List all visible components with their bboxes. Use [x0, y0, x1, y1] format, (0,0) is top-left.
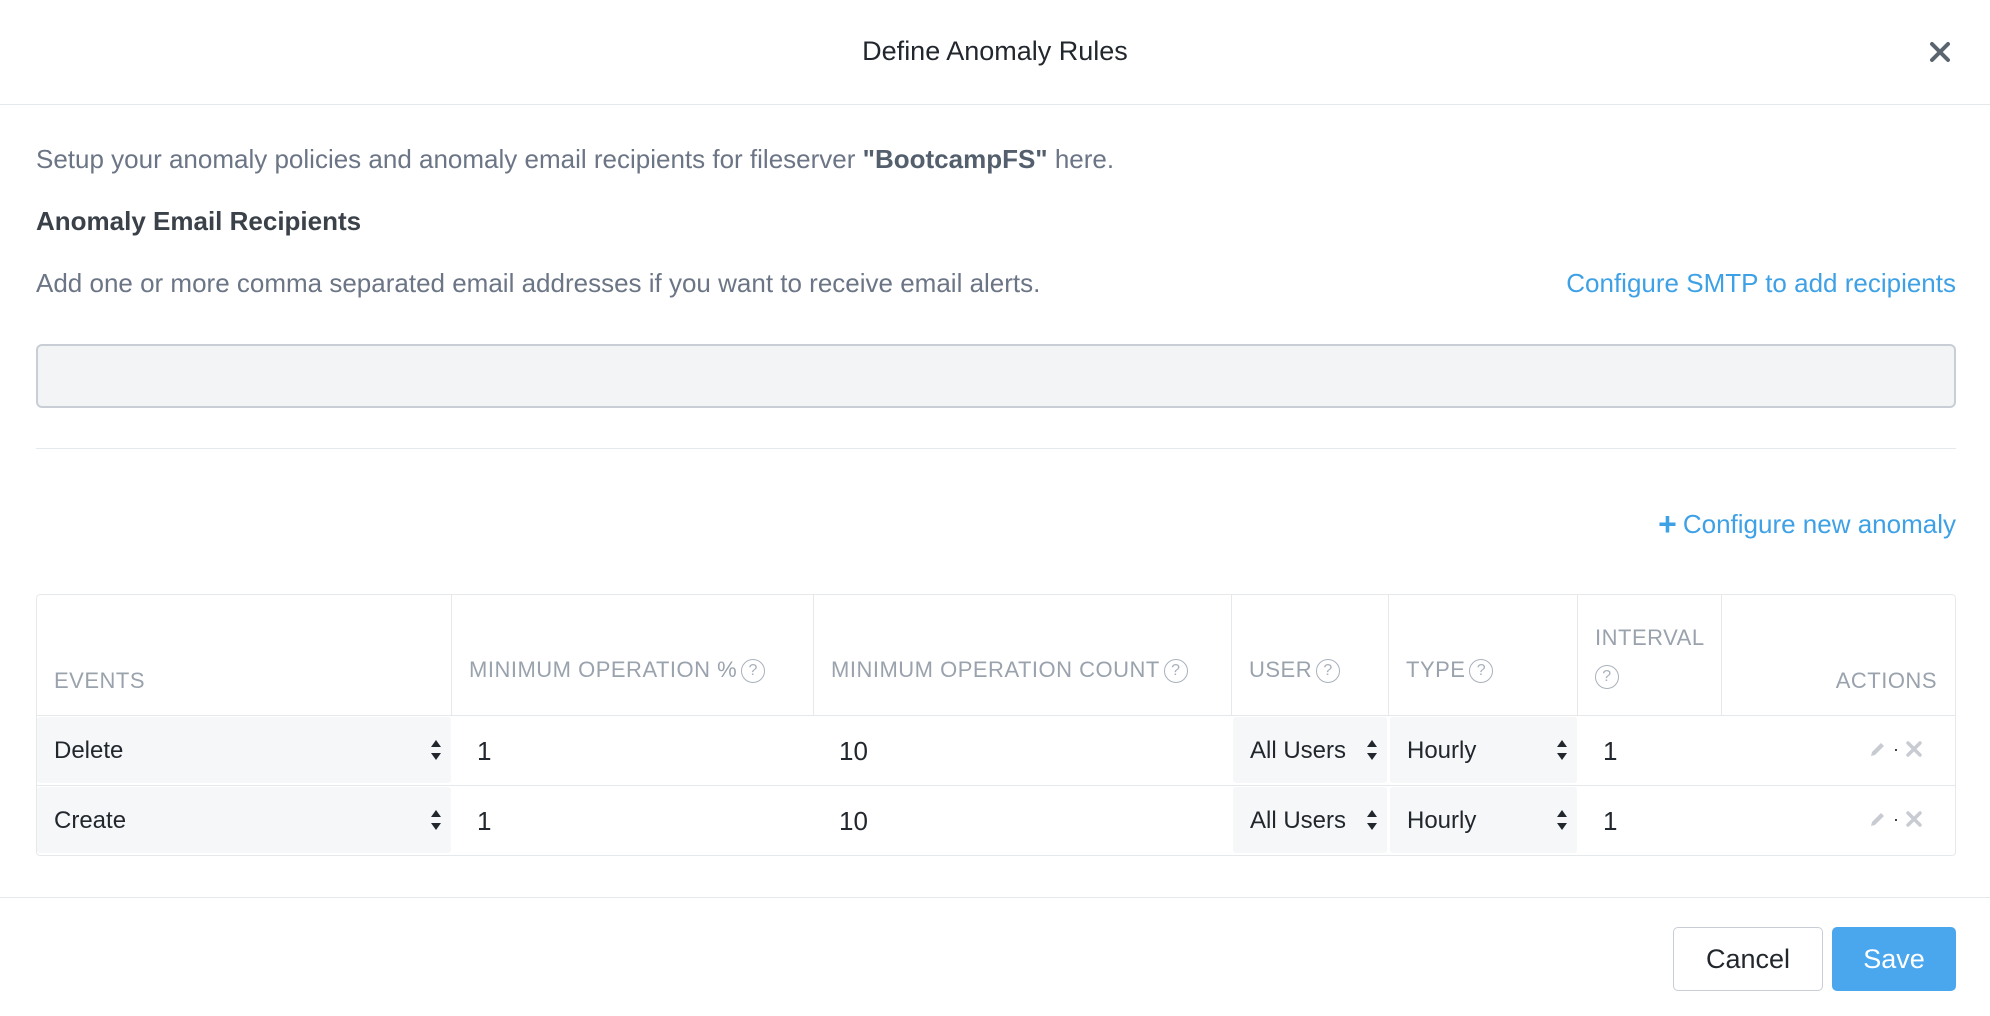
column-header-user: USER?	[1232, 595, 1389, 716]
dialog-title: Define Anomaly Rules	[862, 36, 1128, 66]
actions-column-label: ACTIONS	[1835, 668, 1937, 693]
type-select-value: Hourly	[1407, 807, 1477, 834]
action-separator: ·	[1893, 738, 1899, 759]
select-arrows-icon	[431, 810, 441, 830]
help-icon[interactable]: ?	[1595, 665, 1619, 690]
help-icon[interactable]: ?	[1316, 659, 1341, 684]
edit-pencil-icon[interactable]	[1867, 738, 1889, 760]
event-select-value: Create	[54, 807, 127, 834]
edit-pencil-icon[interactable]	[1867, 808, 1889, 830]
min-op-count-label: MINIMUM OPERATION COUNT	[831, 657, 1160, 682]
column-header-interval: INTERVAL?	[1578, 595, 1722, 716]
column-header-actions: ACTIONS	[1722, 595, 1957, 716]
configure-smtp-link[interactable]: Configure SMTP to add recipients	[1566, 268, 1956, 299]
column-header-min-op-count: MINIMUM OPERATION COUNT?	[814, 595, 1232, 716]
row-actions: ·	[1867, 808, 1925, 830]
event-select[interactable]: Create	[37, 787, 451, 853]
select-arrows-icon	[1557, 810, 1567, 830]
intro-text: Setup your anomaly policies and anomaly …	[36, 144, 1114, 175]
intro-prefix: Setup your anomaly policies and anomaly …	[36, 144, 863, 174]
help-icon[interactable]: ?	[1469, 659, 1494, 684]
delete-x-icon[interactable]	[1903, 808, 1925, 830]
recipients-heading: Anomaly Email Recipients	[36, 206, 362, 236]
fileserver-name: "BootcampFS"	[862, 144, 1048, 174]
plus-icon: +	[1658, 506, 1677, 542]
configure-new-anomaly-link[interactable]: + Configure new anomaly	[1658, 508, 1956, 540]
min-op-percent-label: MINIMUM OPERATION %	[469, 657, 738, 682]
type-column-label: TYPE	[1406, 657, 1466, 682]
select-arrows-icon	[1367, 810, 1377, 830]
user-select[interactable]: All Users	[1233, 717, 1387, 783]
save-button[interactable]: Save	[1832, 927, 1956, 991]
row-actions: ·	[1867, 738, 1925, 760]
table-row: Create All Users Hourly ·	[37, 786, 1955, 856]
close-icon[interactable]	[1924, 36, 1956, 68]
min-op-count-input[interactable]	[839, 806, 1039, 837]
event-select[interactable]: Delete	[37, 717, 451, 783]
select-arrows-icon	[1557, 740, 1567, 760]
dialog-header: Define Anomaly Rules	[0, 0, 1990, 105]
type-select[interactable]: Hourly	[1390, 787, 1577, 853]
user-select-value: All Users	[1250, 737, 1347, 764]
user-select[interactable]: All Users	[1233, 787, 1387, 853]
column-header-min-op-percent: MINIMUM OPERATION %?	[452, 595, 814, 716]
min-op-percent-input[interactable]	[477, 806, 677, 837]
select-arrows-icon	[1367, 740, 1377, 760]
column-header-events: EVENTS	[37, 595, 452, 716]
min-op-percent-input[interactable]	[477, 736, 677, 767]
configure-new-anomaly-label: Configure new anomaly	[1682, 508, 1956, 539]
section-divider	[36, 448, 1956, 449]
email-recipients-input[interactable]	[36, 344, 1956, 408]
interval-input[interactable]	[1603, 806, 1703, 837]
event-select-value: Delete	[54, 737, 124, 764]
anomaly-rules-table: EVENTS MINIMUM OPERATION %? MINIMUM OPER…	[36, 594, 1956, 856]
intro-suffix: here.	[1047, 144, 1115, 174]
min-op-count-input[interactable]	[839, 736, 1039, 767]
delete-x-icon[interactable]	[1903, 738, 1925, 760]
user-select-value: All Users	[1250, 807, 1347, 834]
column-header-type: TYPE?	[1389, 595, 1578, 716]
table-header: EVENTS MINIMUM OPERATION %? MINIMUM OPER…	[37, 595, 1955, 716]
interval-input[interactable]	[1603, 736, 1703, 767]
table-row: Delete All Users Hourly ·	[37, 716, 1955, 786]
footer-divider	[0, 897, 1990, 898]
interval-column-label: INTERVAL	[1595, 625, 1705, 650]
help-icon[interactable]: ?	[741, 659, 766, 684]
user-column-label: USER	[1249, 657, 1313, 682]
help-icon[interactable]: ?	[1163, 659, 1188, 684]
action-separator: ·	[1893, 808, 1899, 829]
type-select-value: Hourly	[1407, 737, 1477, 764]
recipients-helper-text: Add one or more comma separated email ad…	[36, 268, 1041, 298]
select-arrows-icon	[431, 740, 441, 760]
cancel-button[interactable]: Cancel	[1673, 927, 1823, 991]
type-select[interactable]: Hourly	[1390, 717, 1577, 783]
events-column-label: EVENTS	[54, 668, 146, 693]
